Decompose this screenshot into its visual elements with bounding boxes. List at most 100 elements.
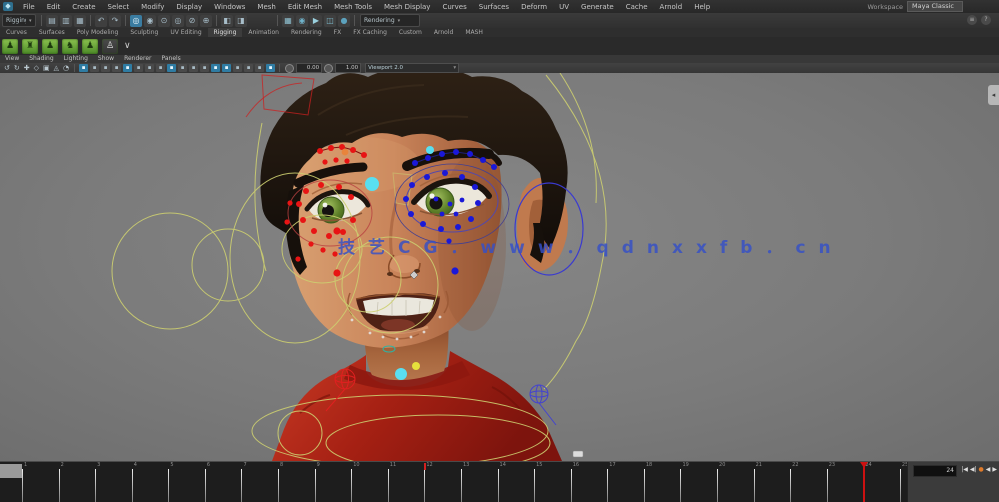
- ipr-render-icon[interactable]: ▶: [310, 15, 322, 27]
- viewport-toggle-icon-5[interactable]: ▪: [134, 64, 143, 72]
- viewport-toggle-icon-15[interactable]: ▪: [244, 64, 253, 72]
- viewport-toggle-icon-17[interactable]: ▪: [266, 64, 275, 72]
- shelf-tab-animation[interactable]: Animation: [242, 28, 285, 37]
- snap-grid-icon[interactable]: ◎: [130, 15, 142, 27]
- exposure-reset-icon[interactable]: [285, 64, 294, 73]
- shelf-tab-surfaces[interactable]: Surfaces: [33, 28, 71, 37]
- key-indicator-button[interactable]: ●: [979, 465, 984, 475]
- go-to-start-button[interactable]: |◀: [961, 465, 968, 475]
- camera-tool-icon-6[interactable]: ◔: [63, 64, 69, 72]
- make-live-icon[interactable]: ⊕: [200, 15, 212, 27]
- snap-plane-icon[interactable]: ◎: [172, 15, 184, 27]
- camera-tool-icon-1[interactable]: ↻: [14, 64, 20, 72]
- menu-edit[interactable]: Edit: [41, 1, 67, 13]
- workspace-value[interactable]: Maya Classic: [907, 1, 963, 12]
- shelf-tab-rendering[interactable]: Rendering: [285, 28, 328, 37]
- input-connections-icon[interactable]: ◧: [221, 15, 233, 27]
- shelf-tab-custom[interactable]: Custom: [393, 28, 428, 37]
- picker-icon-5[interactable]: ♟: [82, 39, 98, 54]
- current-frame-field[interactable]: 24: [913, 465, 957, 477]
- viewport-toggle-icon-9[interactable]: ▪: [178, 64, 187, 72]
- render-current-frame-icon[interactable]: ◉: [296, 15, 308, 27]
- render-settings-icon[interactable]: ◫: [324, 15, 336, 27]
- renderer-dropdown[interactable]: Viewport 2.0▾: [365, 63, 459, 73]
- menu-file[interactable]: File: [17, 1, 41, 13]
- menu-display[interactable]: Display: [170, 1, 208, 13]
- viewport-toggle-icon-3[interactable]: ▪: [112, 64, 121, 72]
- panel-menu-show[interactable]: Show: [93, 55, 119, 63]
- viewport-toggle-icon-12[interactable]: ▪: [211, 64, 220, 72]
- keyframe-marker[interactable]: [424, 463, 426, 470]
- timeline-ruler[interactable]: 1234567891011121314151617181920212223242…: [0, 462, 907, 502]
- viewport-toggle-icon-10[interactable]: ▪: [189, 64, 198, 72]
- shelf-tab-sculpting[interactable]: Sculpting: [124, 28, 164, 37]
- playhead-handle[interactable]: [860, 462, 868, 468]
- viewport-toggle-icon-14[interactable]: ▪: [233, 64, 242, 72]
- camera-tool-icon-4[interactable]: ▣: [43, 64, 50, 72]
- menu-surfaces[interactable]: Surfaces: [473, 1, 515, 13]
- light-editor-icon[interactable]: ●: [338, 15, 350, 27]
- time-slider[interactable]: 1234567891011121314151617181920212223242…: [0, 461, 999, 502]
- menu-mesh[interactable]: Mesh: [251, 1, 281, 13]
- snap-point-icon[interactable]: ⊙: [158, 15, 170, 27]
- modeling-toolkit-toggle[interactable]: ≡: [967, 15, 977, 25]
- menu-cache[interactable]: Cache: [620, 1, 654, 13]
- menu-edit-mesh[interactable]: Edit Mesh: [282, 1, 328, 13]
- camera-tool-icon-5[interactable]: ◬: [54, 64, 59, 72]
- menu-deform[interactable]: Deform: [515, 1, 553, 13]
- redo-icon[interactable]: ↷: [109, 15, 121, 27]
- render-view-icon[interactable]: ▦: [282, 15, 294, 27]
- menu-windows[interactable]: Windows: [208, 1, 251, 13]
- help-toggle[interactable]: ?: [981, 15, 991, 25]
- viewport-toggle-icon-2[interactable]: ▪: [101, 64, 110, 72]
- menu-select[interactable]: Select: [102, 1, 136, 13]
- shelf-tab-poly-modeling[interactable]: Poly Modeling: [71, 28, 125, 37]
- output-connections-icon[interactable]: ◨: [235, 15, 247, 27]
- run-icon[interactable]: ♙: [102, 39, 118, 54]
- shelf-tab-uv-editing[interactable]: UV Editing: [164, 28, 207, 37]
- gamma-reset-icon[interactable]: [324, 64, 333, 73]
- save-scene-icon[interactable]: ▦: [74, 15, 86, 27]
- menu-arnold[interactable]: Arnold: [654, 1, 689, 13]
- viewport-toggle-icon-0[interactable]: ▪: [79, 64, 88, 72]
- menu-curves[interactable]: Curves: [436, 1, 472, 13]
- menu-create[interactable]: Create: [66, 1, 101, 13]
- status-dropdown[interactable]: Rendering▾: [360, 14, 420, 27]
- play-forwards-button[interactable]: ▶: [992, 465, 997, 475]
- panel-menu-lighting[interactable]: Lighting: [59, 55, 93, 63]
- new-scene-icon[interactable]: ▤: [46, 15, 58, 27]
- viewport-toggle-icon-4[interactable]: ▪: [123, 64, 132, 72]
- viewport-toggle-icon-8[interactable]: ▪: [167, 64, 176, 72]
- panel-menu-view[interactable]: View: [0, 55, 24, 63]
- menu-generate[interactable]: Generate: [575, 1, 620, 13]
- menu-mesh-display[interactable]: Mesh Display: [378, 1, 436, 13]
- picker-icon-1[interactable]: ♟: [2, 39, 18, 54]
- camera-tool-icon-2[interactable]: ✚: [24, 64, 30, 72]
- playhead[interactable]: [863, 462, 865, 502]
- viewport-toggle-icon-1[interactable]: ▪: [90, 64, 99, 72]
- viewport-toggle-icon-7[interactable]: ▪: [156, 64, 165, 72]
- shelf-tab-arnold[interactable]: Arnold: [428, 28, 459, 37]
- viewport-3d[interactable]: 技艺CG．www．qdnxxfb．cn ◂: [0, 73, 999, 461]
- open-scene-icon[interactable]: ▥: [60, 15, 72, 27]
- picker-icon-2[interactable]: ♜: [22, 39, 38, 54]
- panel-collapse-button[interactable]: ◂: [988, 85, 999, 105]
- viewport-toggle-icon-13[interactable]: ▪: [222, 64, 231, 72]
- shelf-tab-rigging[interactable]: Rigging: [208, 28, 243, 37]
- panel-menu-renderer[interactable]: Renderer: [119, 55, 156, 63]
- viewport-toggle-icon-16[interactable]: ▪: [255, 64, 264, 72]
- shelf-tab-curves[interactable]: Curves: [0, 28, 33, 37]
- panel-menu-shading[interactable]: Shading: [24, 55, 58, 63]
- menu-modify[interactable]: Modify: [135, 1, 170, 13]
- picker-icon-4[interactable]: ♞: [62, 39, 78, 54]
- viewport-toggle-icon-6[interactable]: ▪: [145, 64, 154, 72]
- snap-live-icon[interactable]: ⊘: [186, 15, 198, 27]
- menu-help[interactable]: Help: [688, 1, 716, 13]
- shelf-overflow-icon[interactable]: ∨: [124, 41, 131, 51]
- play-backwards-button[interactable]: ◀: [986, 465, 991, 475]
- gamma-field[interactable]: 1.00: [335, 63, 361, 73]
- undo-icon[interactable]: ↶: [95, 15, 107, 27]
- panel-menu-panels[interactable]: Panels: [156, 55, 185, 63]
- menu-mesh-tools[interactable]: Mesh Tools: [328, 1, 378, 13]
- shelf-tab-fx[interactable]: FX: [328, 28, 348, 37]
